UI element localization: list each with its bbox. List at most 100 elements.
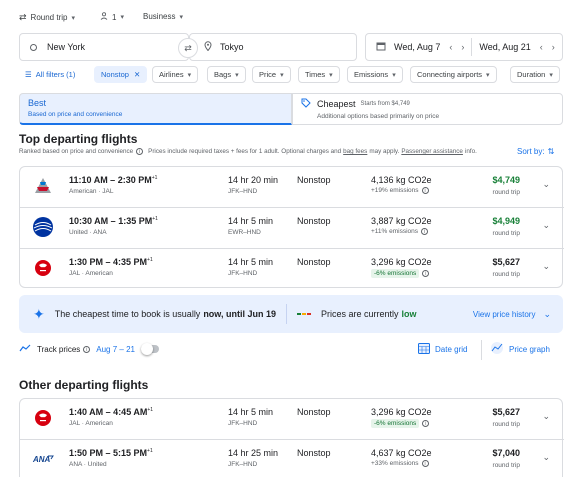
view-price-history-link[interactable]: View price history — [473, 310, 536, 319]
flight-duration: 14 hr 25 min — [228, 448, 279, 458]
cabin-select[interactable]: Business ▾ — [143, 12, 183, 21]
flight-route: JFK–HND — [228, 420, 258, 427]
chevron-down-icon: ▾ — [187, 71, 192, 79]
bag-fees-link[interactable]: bag fees — [343, 148, 367, 155]
price-graph-button[interactable]: Price graph — [490, 342, 550, 356]
price-type: round trip — [492, 189, 520, 196]
emissions-value: +11% emissions — [371, 228, 419, 235]
expand-chevron-icon[interactable]: ⌄ — [542, 220, 550, 231]
flight-route: JFK–HND — [228, 461, 258, 468]
svg-text:ANA: ANA — [32, 455, 51, 464]
filter-times[interactable]: Times ▾ — [298, 66, 340, 83]
flight-price: $4,949 — [492, 216, 520, 226]
close-icon[interactable]: ✕ — [134, 70, 140, 79]
flight-co2: 4,136 kg CO2e — [371, 175, 432, 185]
prices-currently-status: low — [401, 309, 417, 319]
depart-next-icon[interactable]: › — [461, 42, 464, 52]
trip-type-select[interactable]: ⇄ Round trip ▾ — [19, 12, 75, 23]
trip-type-label: Round trip — [30, 13, 68, 22]
tab-best-label: Best — [28, 98, 47, 108]
origin-circle-icon — [30, 43, 37, 51]
flight-price: $5,627 — [492, 257, 520, 267]
origin-field[interactable]: New York — [19, 33, 189, 61]
emissions-value: -6% emissions — [371, 419, 420, 428]
track-prices-toggle[interactable] — [140, 343, 159, 355]
flight-row[interactable]: 10:30 AM – 1:35 PM+1 United · ANA 14 hr … — [20, 208, 564, 248]
location-pin-icon — [204, 41, 212, 53]
info-icon[interactable]: i — [421, 460, 429, 467]
depart-date[interactable]: Wed, Aug 7 — [394, 42, 440, 52]
flight-emissions: +33% emissions i — [371, 460, 429, 467]
filter-duration[interactable]: Duration ▾ — [510, 66, 560, 83]
flight-airlines: JAL · American — [69, 270, 113, 277]
filter-price[interactable]: Price ▾ — [252, 66, 291, 83]
flight-row[interactable]: ANA 1:50 PM – 5:15 PM+1 ANA · United 14 … — [20, 440, 564, 477]
tab-cheapest[interactable]: Cheapest Starts from $4,749 Additional o… — [292, 93, 563, 125]
chevron-down-icon[interactable]: ⌄ — [543, 309, 551, 320]
passenger-select[interactable]: 1 ▾ — [100, 12, 124, 22]
flight-emissions: +19% emissions i — [371, 187, 429, 194]
tab-best[interactable]: Best Based on price and convenience — [19, 93, 292, 125]
ranking-note-mid2: may apply. — [369, 148, 400, 155]
info-icon[interactable]: i — [136, 148, 144, 155]
track-prices-row: Track prices i Aug 7 – 21 — [19, 343, 159, 355]
all-filters-button[interactable]: ☰ All filters (1) — [25, 66, 81, 83]
depart-prev-icon[interactable]: ‹ — [449, 42, 452, 52]
american-logo-icon — [32, 175, 54, 197]
expand-chevron-icon[interactable]: ⌄ — [542, 452, 550, 463]
info-icon[interactable]: i — [83, 345, 91, 353]
filter-connecting-label: Connecting airports — [417, 70, 483, 79]
chevron-down-icon: ▾ — [486, 71, 490, 79]
date-grid-button[interactable]: Date grid — [418, 342, 467, 356]
day-offset: +1 — [147, 257, 153, 263]
flight-row[interactable]: 1:40 AM – 4:45 AM+1 JAL · American 14 hr… — [20, 399, 564, 439]
filter-bags[interactable]: Bags ▾ — [207, 66, 246, 83]
price-type: round trip — [492, 230, 520, 237]
filter-airlines[interactable]: Airlines ▾ — [152, 66, 199, 83]
info-icon[interactable]: i — [421, 228, 429, 235]
sort-by-button[interactable]: Sort by: ⇅ — [517, 147, 554, 156]
ana-logo-icon: ANA — [32, 452, 54, 474]
info-icon[interactable]: i — [422, 420, 430, 427]
filter-emissions[interactable]: Emissions ▾ — [347, 66, 403, 83]
flight-times: 1:30 PM – 4:35 PM+1 — [69, 257, 153, 267]
emissions-value: -6% emissions — [371, 269, 420, 278]
return-prev-icon[interactable]: ‹ — [540, 42, 543, 52]
filter-duration-label: Duration — [517, 70, 546, 79]
cabin-label: Business — [143, 12, 176, 21]
price-type: round trip — [492, 462, 520, 469]
info-icon[interactable]: i — [422, 270, 430, 277]
calendar-grid-icon — [418, 342, 430, 356]
swap-locations-button[interactable]: ⇄ — [178, 38, 198, 58]
swap-arrows-icon: ⇄ — [19, 12, 27, 22]
expand-chevron-icon[interactable]: ⌄ — [542, 411, 550, 422]
track-dates: Aug 7 – 21 — [96, 344, 135, 354]
flight-duration: 14 hr 5 min — [228, 407, 274, 417]
price-type: round trip — [492, 271, 520, 278]
sort-icon: ⇅ — [547, 147, 555, 156]
filter-nonstop[interactable]: Nonstop ✕ — [94, 66, 148, 83]
jal-logo-icon — [32, 257, 54, 279]
expand-chevron-icon[interactable]: ⌄ — [542, 261, 550, 272]
flight-time-text: 1:30 PM – 4:35 PM — [69, 257, 148, 267]
swap-icon: ⇄ — [184, 42, 192, 53]
destination-field[interactable]: Tokyo — [189, 33, 357, 61]
expand-chevron-icon[interactable]: ⌄ — [542, 179, 550, 190]
price-graph-label: Price graph — [509, 344, 550, 354]
flight-stops: Nonstop — [297, 407, 331, 417]
flight-row[interactable]: 11:10 AM – 2:30 PM+1 American · JAL 14 h… — [20, 167, 564, 207]
flight-row[interactable]: 1:30 PM – 4:35 PM+1 JAL · American 14 hr… — [20, 249, 564, 289]
passenger-assistance-link[interactable]: Passenger assistance — [401, 148, 463, 155]
flight-airlines: JAL · American — [69, 420, 113, 427]
passenger-count: 1 — [112, 12, 117, 22]
filter-connecting-airports[interactable]: Connecting airports ▾ — [410, 66, 497, 83]
chevron-down-icon: ▾ — [179, 13, 183, 21]
flight-time-text: 10:30 AM – 1:35 PM — [69, 216, 153, 226]
flight-emissions: -6% emissions i — [371, 269, 430, 278]
date-range-field[interactable]: Wed, Aug 7 ‹ › Wed, Aug 21 ‹ › — [365, 33, 563, 61]
return-date[interactable]: Wed, Aug 21 — [479, 42, 530, 52]
day-offset: +1 — [147, 448, 153, 454]
emissions-value: +33% emissions — [371, 460, 419, 467]
info-icon[interactable]: i — [421, 187, 429, 194]
return-next-icon[interactable]: › — [552, 42, 555, 52]
